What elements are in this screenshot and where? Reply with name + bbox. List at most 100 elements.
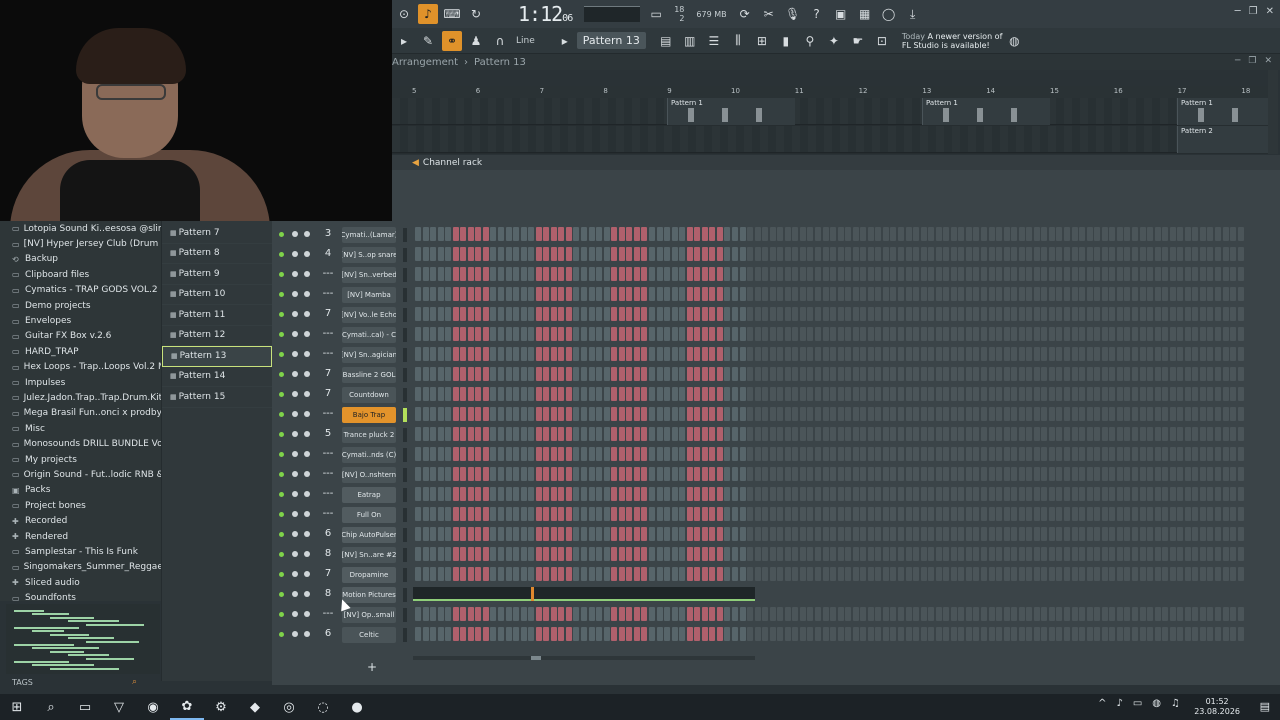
tray-mic-icon[interactable]: ♪	[1116, 698, 1122, 709]
step-button[interactable]	[1222, 367, 1229, 381]
step-button[interactable]	[830, 247, 837, 261]
channel-mixer-track[interactable]: 5	[320, 428, 336, 439]
step-button[interactable]	[996, 347, 1003, 361]
step-button[interactable]	[618, 567, 625, 581]
step-button[interactable]	[505, 367, 512, 381]
step-button[interactable]	[452, 607, 459, 621]
step-button[interactable]	[573, 327, 580, 341]
step-button[interactable]	[1011, 467, 1018, 481]
step-button[interactable]	[920, 227, 927, 241]
step-button[interactable]	[837, 287, 844, 301]
step-button[interactable]	[731, 447, 738, 461]
step-button[interactable]	[754, 607, 761, 621]
step-button[interactable]	[1003, 527, 1010, 541]
step-button[interactable]	[1018, 427, 1025, 441]
step-button[interactable]	[641, 367, 648, 381]
step-button[interactable]	[633, 367, 640, 381]
step-button[interactable]	[460, 607, 467, 621]
step-button[interactable]	[1192, 627, 1199, 641]
step-button[interactable]	[950, 227, 957, 241]
step-button[interactable]	[694, 267, 701, 281]
breadcrumb-pattern[interactable]: Pattern 13	[474, 57, 526, 68]
step-button[interactable]	[694, 527, 701, 541]
channel-rack-scrollbar[interactable]	[413, 656, 755, 660]
step-button[interactable]	[1124, 447, 1131, 461]
browser-icon[interactable]: ☰	[704, 31, 724, 51]
browser-item[interactable]: ▭ My projects	[0, 452, 161, 467]
step-button[interactable]	[792, 507, 799, 521]
step-button[interactable]	[1199, 607, 1206, 621]
step-button[interactable]	[1079, 567, 1086, 581]
step-button[interactable]	[769, 347, 776, 361]
step-button[interactable]	[935, 607, 942, 621]
step-button[interactable]	[641, 267, 648, 281]
step-button[interactable]	[633, 427, 640, 441]
step-button[interactable]	[1131, 307, 1138, 321]
step-button[interactable]	[1003, 247, 1010, 261]
step-button[interactable]	[513, 407, 520, 421]
step-button[interactable]	[905, 627, 912, 641]
step-button[interactable]	[724, 387, 731, 401]
step-button[interactable]	[513, 267, 520, 281]
step-button[interactable]	[460, 447, 467, 461]
step-button[interactable]	[581, 467, 588, 481]
stamp-icon[interactable]: ♟	[466, 31, 486, 51]
step-button[interactable]	[1162, 367, 1169, 381]
step-button[interactable]	[739, 307, 746, 321]
step-button[interactable]	[588, 467, 595, 481]
step-button[interactable]	[686, 447, 693, 461]
step-button[interactable]	[475, 387, 482, 401]
step-button[interactable]	[1154, 527, 1161, 541]
step-button[interactable]	[814, 427, 821, 441]
step-button[interactable]	[581, 367, 588, 381]
step-button[interactable]	[1041, 507, 1048, 521]
step-button[interactable]	[1154, 347, 1161, 361]
step-button[interactable]	[807, 627, 814, 641]
step-button[interactable]	[799, 527, 806, 541]
step-button[interactable]	[837, 527, 844, 541]
step-button[interactable]	[867, 527, 874, 541]
step-button[interactable]	[475, 307, 482, 321]
step-button[interactable]	[814, 307, 821, 321]
step-button[interactable]	[792, 447, 799, 461]
step-button[interactable]	[422, 607, 429, 621]
chrome-icon[interactable]: ◉	[136, 694, 170, 720]
step-button[interactable]	[558, 447, 565, 461]
step-button[interactable]	[920, 407, 927, 421]
step-button[interactable]	[664, 267, 671, 281]
step-button[interactable]	[1139, 527, 1146, 541]
step-button[interactable]	[830, 547, 837, 561]
step-button[interactable]	[1086, 507, 1093, 521]
step-button[interactable]	[498, 567, 505, 581]
step-button[interactable]	[618, 367, 625, 381]
step-button[interactable]	[762, 467, 769, 481]
step-button[interactable]	[1192, 247, 1199, 261]
step-button[interactable]	[1214, 387, 1221, 401]
step-button[interactable]	[445, 267, 452, 281]
step-button[interactable]	[837, 547, 844, 561]
step-button[interactable]	[596, 607, 603, 621]
step-button[interactable]	[603, 327, 610, 341]
step-button[interactable]	[535, 447, 542, 461]
step-button[interactable]	[996, 487, 1003, 501]
step-button[interactable]	[769, 447, 776, 461]
step-button[interactable]	[641, 567, 648, 581]
step-button[interactable]	[943, 387, 950, 401]
channel-name-button[interactable]: Cymati..cal) - C	[342, 327, 396, 343]
step-button[interactable]	[1056, 427, 1063, 441]
step-button[interactable]	[928, 367, 935, 381]
step-button[interactable]	[467, 267, 474, 281]
step-button[interactable]	[1048, 387, 1055, 401]
step-button[interactable]	[498, 467, 505, 481]
step-button[interactable]	[1064, 547, 1071, 561]
step-button[interactable]	[731, 607, 738, 621]
step-button[interactable]	[762, 507, 769, 521]
step-button[interactable]	[1192, 367, 1199, 381]
step-button[interactable]	[565, 507, 572, 521]
step-button[interactable]	[452, 287, 459, 301]
channel-name-button[interactable]: Countdown	[342, 387, 396, 403]
step-button[interactable]	[792, 567, 799, 581]
app-icon[interactable]: ▽	[102, 694, 136, 720]
step-button[interactable]	[845, 567, 852, 581]
step-button[interactable]	[460, 267, 467, 281]
